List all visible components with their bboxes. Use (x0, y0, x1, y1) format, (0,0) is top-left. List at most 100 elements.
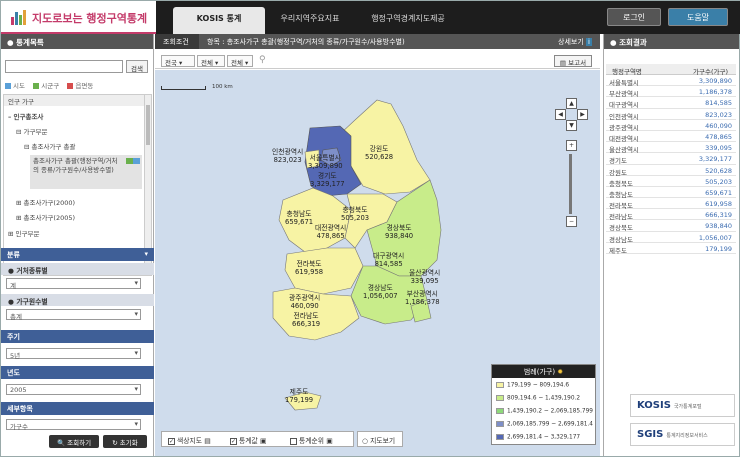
query-button[interactable]: 🔍 조회하기 (49, 435, 99, 448)
table-row[interactable]: 충청북도 505,203 (606, 176, 736, 188)
cell-households[interactable]: 3,329,177 (699, 155, 732, 163)
logo[interactable]: 지도로보는 행정구역통계 (1, 1, 156, 34)
stat-value-option[interactable]: ✓ 통계값 ▣ (230, 435, 266, 445)
sgis-logo[interactable]: SGIS 통계지리정보서비스 (630, 423, 735, 446)
cell-households[interactable]: 659,671 (705, 189, 732, 197)
map-search-icon[interactable]: ⚲ (259, 55, 266, 65)
sigungu-select[interactable]: 전체 ▾ (197, 55, 225, 67)
stat-value-checkbox[interactable]: ✓ (230, 437, 237, 445)
zoom-out-icon[interactable]: − (566, 216, 577, 227)
cell-households[interactable]: 823,023 (705, 111, 732, 119)
table-row[interactable]: 대구광역시 814,585 (606, 97, 736, 109)
map-label-name: 경기도 (317, 172, 337, 180)
tab-kosis[interactable]: KOSIS 통계 (173, 7, 265, 34)
table-row[interactable]: 경상남도 1,056,007 (606, 232, 736, 244)
search-button[interactable]: 검색 (126, 60, 148, 73)
tree-item[interactable]: ⊞ 인구부문 (8, 228, 149, 238)
tree-item[interactable]: ⊟ 가구부문 (16, 126, 151, 136)
color-map-option[interactable]: ✓ 색상지도 ▤ (168, 435, 211, 445)
map-label-value: 659,671 (285, 218, 314, 226)
tab-local-indicators[interactable]: 우리지역주요지표 (271, 7, 349, 34)
login-button[interactable]: 로그인 (607, 8, 661, 26)
cell-households[interactable]: 339,095 (705, 144, 732, 152)
section-item-label: 세부항목 (7, 405, 33, 413)
tree-item[interactable]: – 인구총조사 (8, 111, 149, 121)
table-row[interactable]: 강원도 520,628 (606, 165, 736, 177)
cell-households[interactable]: 666,319 (705, 211, 732, 219)
cell-households[interactable]: 179,199 (705, 245, 732, 253)
pan-up-icon[interactable]: ▲ (566, 98, 577, 109)
table-row[interactable]: 대전광역시 478,865 (606, 131, 736, 143)
tab-boundary-map[interactable]: 행정구역경계지도제공 (359, 7, 457, 34)
stat-value-label: 통계값 (239, 437, 258, 445)
map-label-value: 520,628 (365, 153, 394, 161)
tree-item[interactable]: ⊞ 총조사가구(2005) (16, 212, 151, 222)
cell-households[interactable]: 814,585 (705, 99, 732, 107)
sigungu-select-value: 전체 (201, 59, 213, 67)
tree-scroll-thumb[interactable] (146, 105, 150, 145)
table-row[interactable]: 부산광역시 1,186,378 (606, 86, 736, 98)
report-button[interactable]: ▤ 보고서 (554, 55, 592, 67)
cell-households[interactable]: 478,865 (705, 133, 732, 141)
housing-select[interactable]: 계 (6, 278, 141, 290)
color-map-label: 색상지도 (177, 437, 203, 445)
dong-select[interactable]: 전체 ▾ (227, 55, 253, 67)
table-row[interactable]: 울산광역시 339,095 (606, 142, 736, 154)
cell-households[interactable]: 460,090 (705, 122, 732, 130)
region-select[interactable]: 전국 ▾ (161, 55, 195, 67)
table-row[interactable]: 충청남도 659,671 (606, 187, 736, 199)
map-label-value: 1,186,378 (405, 298, 440, 306)
tree-item[interactable]: ⊞ 총조사가구(2000) (16, 197, 151, 207)
level-legend: 시도 시군구 읍면동 (5, 80, 150, 90)
pan-left-icon[interactable]: ◀ (555, 109, 566, 120)
reset-button[interactable]: ↻ 초기화 (103, 435, 147, 448)
collapse-icon: ▾ (144, 250, 148, 258)
map-label-value: 460,090 (290, 302, 319, 310)
item-select[interactable]: 가구수 (6, 419, 141, 431)
table-row[interactable]: 전라북도 619,958 (606, 198, 736, 210)
gear-icon[interactable]: ✹ (557, 368, 563, 376)
search-input[interactable] (5, 60, 123, 73)
zoom-in-icon[interactable]: + (566, 140, 577, 151)
legend-row: 179,199 ~ 809,194.6 (496, 382, 569, 389)
tree-item-selected[interactable]: 총조사가구 총괄(행정구역/거처의 종류/가구원수/사용방수별) (30, 155, 142, 189)
cell-households[interactable]: 1,056,007 (699, 234, 732, 242)
table-row[interactable]: 광주광역시 460,090 (606, 120, 736, 132)
stats-list-title-text: 통계목록 (16, 38, 44, 47)
cell-households[interactable]: 938,840 (705, 222, 732, 230)
section-period: 주기 (1, 330, 154, 343)
help-button[interactable]: 도움말 (668, 8, 728, 26)
tree-item[interactable]: 인구 가구 (4, 95, 145, 106)
section-item: 세부항목 (1, 402, 154, 415)
table-row[interactable]: 경상북도 938,840 (606, 220, 736, 232)
pan-right-icon[interactable]: ▶ (577, 109, 588, 120)
zoom-slider[interactable] (569, 154, 572, 214)
condition-tab[interactable]: 조회조건 (155, 34, 199, 49)
table-row[interactable]: 제주도 179,199 (606, 243, 736, 255)
members-select[interactable]: 총계 (6, 309, 141, 321)
table-row[interactable]: 서울특별시 3,309,890 (606, 75, 736, 87)
stat-rank-option[interactable]: 통계순위 ▣ (290, 435, 333, 445)
detail-view-label: 상세보기 (558, 38, 584, 46)
cell-households[interactable]: 3,309,890 (699, 77, 732, 85)
kosis-logo[interactable]: KOSIS 국가통계포털 (630, 394, 735, 417)
table-row[interactable]: 인천광역시 823,023 (606, 109, 736, 121)
cell-households[interactable]: 1,186,378 (699, 88, 732, 96)
color-map-checkbox[interactable]: ✓ (168, 437, 175, 445)
cell-households[interactable]: 520,628 (705, 167, 732, 175)
map-view-button[interactable]: ○ 지도보기 (357, 431, 403, 447)
table-row[interactable]: 경기도 3,329,177 (606, 153, 736, 165)
cell-households[interactable]: 619,958 (705, 200, 732, 208)
tree-item[interactable]: ⊟ 총조사가구 총괄 (24, 141, 151, 151)
section-class[interactable]: 분류 ▾ (1, 248, 154, 261)
period-select[interactable]: 5년 (6, 348, 141, 360)
detail-view-link[interactable]: 상세보기 i (558, 37, 592, 47)
table-row[interactable]: 전라남도 666,319 (606, 209, 736, 221)
sido-badge-icon (133, 158, 140, 164)
pan-down-icon[interactable]: ▼ (566, 120, 577, 131)
map-label-value: 823,023 (273, 156, 302, 164)
stat-rank-checkbox[interactable] (290, 437, 297, 445)
map-label-name: 대구광역시 (373, 252, 405, 260)
year-select[interactable]: 2005 (6, 384, 141, 395)
cell-households[interactable]: 505,203 (705, 178, 732, 186)
